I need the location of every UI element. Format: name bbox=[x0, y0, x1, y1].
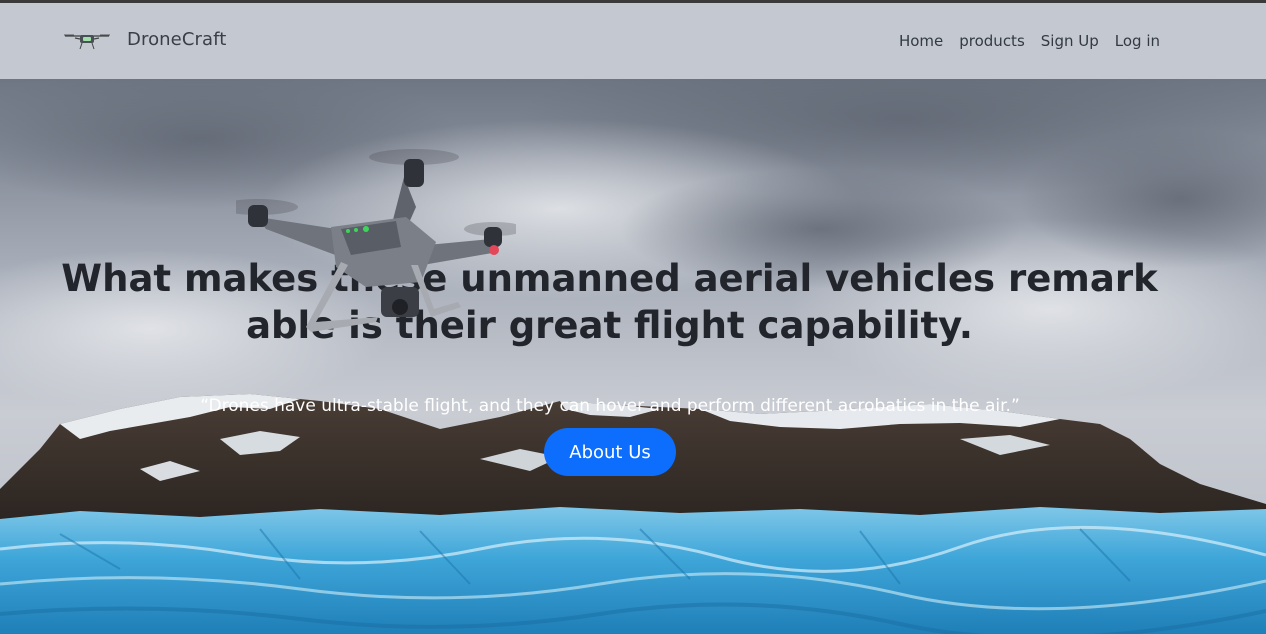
nav-link-products[interactable]: products bbox=[959, 32, 1025, 50]
about-us-button[interactable]: About Us bbox=[544, 428, 676, 476]
nav-link-home[interactable]: Home bbox=[899, 32, 943, 50]
brand-name: DroneCraft bbox=[127, 28, 227, 50]
page: DroneCraft Home products Sign Up Log in bbox=[0, 0, 1266, 634]
hero-section: What makes these unmanned aerial vehicle… bbox=[0, 79, 1266, 634]
hero-quote: “Drones have ultra-stable flight, and th… bbox=[200, 396, 1020, 416]
nav-links: Home products Sign Up Log in bbox=[883, 32, 1160, 50]
navbar: DroneCraft Home products Sign Up Log in bbox=[0, 3, 1266, 79]
nav-link-log-in[interactable]: Log in bbox=[1115, 32, 1160, 50]
drone-logo-icon bbox=[64, 34, 110, 50]
brand-link[interactable]: DroneCraft bbox=[62, 25, 226, 53]
hero-background-image bbox=[0, 79, 1266, 634]
nav-link-sign-up[interactable]: Sign Up bbox=[1041, 32, 1099, 50]
drone-image bbox=[236, 149, 516, 332]
hero-headline: What makes these unmanned aerial vehicle… bbox=[61, 257, 1158, 347]
